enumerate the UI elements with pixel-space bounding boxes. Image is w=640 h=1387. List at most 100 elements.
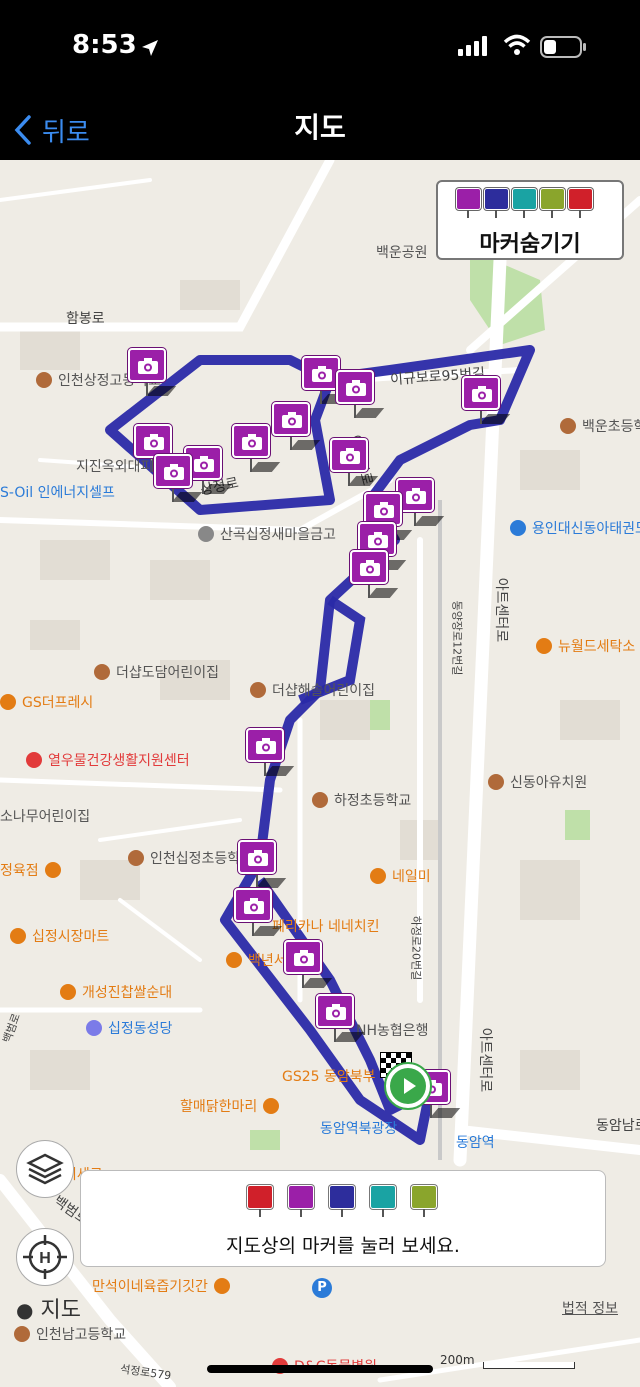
flag-marker-icon[interactable] [247,1185,273,1217]
camera-marker-icon[interactable] [288,1185,314,1217]
memo-marker-icon [540,188,565,218]
camera-icon [282,412,302,428]
poi-daycare[interactable]: 더샵해솔어린이집 [250,680,375,700]
poi-label: 소나무어린이집 [0,809,91,825]
scale-bar [483,1362,575,1369]
legal-info-link[interactable]: 법적 정보 [562,1298,618,1318]
camera-icon [472,386,492,402]
poi-school[interactable]: 하정초등학교 [312,790,411,810]
poi-restaurant[interactable]: 개성진찹쌀순대 [60,982,172,1002]
camera-icon [326,1004,346,1020]
poi-butcher[interactable]: 정육점 [0,860,67,880]
legend-hint: 지도상의 마커를 눌러 보세요. [226,1235,460,1257]
road-label: 동암남로 [596,1118,640,1134]
status-bar: 8:53 [0,0,640,100]
maps-attribution: ● 지도 [16,1298,81,1323]
camera-icon [144,434,164,450]
camera-icon [256,738,276,754]
home-indicator [207,1365,433,1373]
microphone-marker-icon[interactable] [370,1185,396,1217]
flag-marker-icon [568,188,593,218]
hide-markers-button[interactable]: 마커숨기기 [436,180,624,260]
camera-marker[interactable] [234,888,283,938]
camera-icon [164,464,184,480]
camera-icon [346,380,366,396]
poi-health-center[interactable]: 열우물건강생활지원센터 [26,750,190,770]
poi-supermarket[interactable]: GS더프레시 [0,692,93,712]
camera-marker[interactable] [350,550,399,600]
crosshair-icon: H [23,1235,67,1279]
poi-kindergarten[interactable]: 신동아유치원 [488,772,587,792]
svg-text:H: H [39,1250,51,1267]
hide-markers-label: 마커숨기기 [479,232,581,257]
poi-laundry[interactable]: 뉴월드세탁소 [536,636,635,656]
poi-school[interactable]: 백운초등학교 [560,416,640,436]
poi-gym[interactable]: 용인대신동아태권도 [510,518,640,538]
camera-icon [294,950,314,966]
cellular-signal-icon [458,36,487,56]
microphone-marker-icon [512,188,537,218]
road-label: 동양장로12번길 [450,600,464,676]
poi-school[interactable]: 인천십정초등학교 [128,848,253,868]
camera-icon [194,456,214,472]
camera-icon [368,532,388,548]
marker-legend: 지도상의 마커를 눌러 보세요. [80,1170,606,1267]
camera-marker[interactable] [246,728,295,778]
camera-icon [242,434,262,450]
parking-icon: P [312,1278,332,1298]
camera-icon [138,358,158,374]
camera-icon [360,560,380,576]
wifi-icon [503,34,531,55]
road-label: 아트센터로 [477,1027,494,1093]
poi-label: GS25 동암북부 [282,1069,376,1085]
poi-daycare[interactable]: 더샵도담어린이집 [94,662,219,682]
camera-marker[interactable] [462,376,511,426]
page-title: 지도 [294,111,346,144]
road-label: 함봉로 [66,311,105,327]
camera-marker[interactable] [128,348,177,398]
poi-bank[interactable]: 산곡십정새마을금고 [198,524,336,544]
camera-marker[interactable] [330,438,379,488]
poi-restaurant[interactable]: 만석이네육즙기깃간 [92,1276,236,1296]
play-icon [390,1068,426,1104]
battery-icon [540,36,586,58]
poi-mart[interactable]: 십정시장마트 [10,926,109,946]
camera-marker-icon [456,188,481,218]
navigation-bar: 뒤로 지도 [0,100,640,160]
poi-school[interactable]: 인천남고등학교 [14,1324,126,1344]
poi-label: NH농협은행 [356,1023,429,1039]
road-label: 하정로20번길 [409,915,423,981]
location-arrow-icon [142,40,158,56]
apple-logo-icon: ● [16,1298,34,1322]
poi-label: 페리카나 네네치킨 [272,919,380,935]
camera-icon [374,502,394,518]
start-point-button[interactable] [384,1062,432,1110]
memo-marker-icon[interactable] [411,1185,437,1217]
camera-icon [312,366,332,382]
camera-icon [248,850,268,866]
camera-icon [406,488,426,504]
map-layers-button[interactable] [16,1140,74,1198]
video-marker-icon [484,188,509,218]
poi-church[interactable]: 십정동성당 [86,1018,172,1038]
camera-marker[interactable] [336,370,385,420]
scale-label: 200m [440,1353,475,1367]
poi-restaurant[interactable]: 할매닭한마리 [180,1096,285,1116]
camera-marker[interactable] [284,940,333,990]
camera-icon [340,448,360,464]
poi-gas-station[interactable]: S-Oil 인에너지셀프 [0,482,115,502]
poi-station[interactable]: 동암역 [456,1132,495,1152]
video-marker-icon[interactable] [329,1185,355,1217]
layers-icon [26,1153,64,1185]
camera-marker[interactable] [232,424,281,474]
camera-marker[interactable] [272,402,321,452]
poi-nail-shop[interactable]: 네일미 [370,866,431,886]
camera-marker[interactable] [154,454,203,504]
poi-label: 동암역북광장 [320,1121,398,1137]
camera-icon [244,898,264,914]
camera-marker[interactable] [238,840,287,890]
park-label: 백운공원 [376,245,428,261]
camera-marker[interactable] [316,994,365,1044]
locate-me-button[interactable]: H [16,1228,74,1286]
road-label: 아트센터로 [493,577,510,643]
